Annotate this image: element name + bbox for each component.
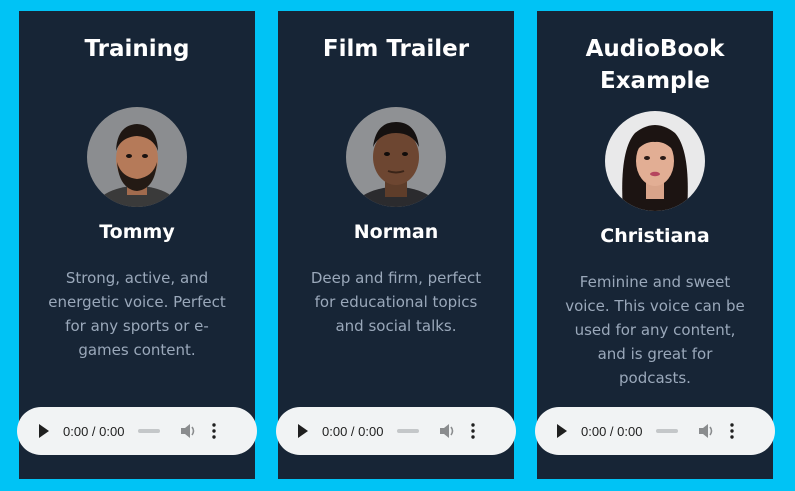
card-title: Film Trailer (322, 36, 470, 62)
more-options-icon[interactable] (730, 423, 735, 439)
voice-name: Christiana (600, 225, 710, 247)
avatar-norman (346, 107, 446, 207)
voice-name: Tommy (99, 221, 175, 243)
time-display: 0:00 / 0:00 (581, 423, 643, 439)
progress-slider[interactable] (138, 429, 161, 433)
voice-description: Feminine and sweet voice. This voice can… (565, 273, 745, 387)
progress-slider[interactable] (397, 429, 420, 433)
more-options-icon[interactable] (471, 423, 476, 439)
avatar-tommy (87, 107, 187, 207)
play-icon[interactable] (39, 424, 49, 438)
voice-description: Deep and firm, perfect for educational t… (310, 269, 482, 335)
card-title: Training (84, 36, 190, 62)
voice-card-training: Training Tommy Strong, active, and energ… (17, 11, 257, 479)
volume-icon[interactable] (180, 423, 198, 439)
volume-icon[interactable] (439, 423, 457, 439)
time-display: 0:00 / 0:00 (63, 423, 125, 439)
voice-card-film-trailer: Film Trailer Norman Deep and firm, perfe… (276, 11, 516, 479)
volume-icon[interactable] (698, 423, 716, 439)
play-icon[interactable] (298, 424, 308, 438)
audio-player[interactable]: 0:00 / 0:00 (276, 407, 516, 455)
card-title: AudioBook Example (585, 36, 725, 94)
time-display: 0:00 / 0:00 (322, 423, 384, 439)
voice-card-audiobook: AudioBook Example Christiana Feminine an… (535, 11, 775, 479)
voice-name: Norman (353, 221, 439, 243)
more-options-icon[interactable] (212, 423, 217, 439)
avatar-christiana-icon (605, 111, 705, 211)
avatar-norman-icon (346, 107, 446, 207)
progress-slider[interactable] (656, 429, 679, 433)
audio-player[interactable]: 0:00 / 0:00 (535, 407, 775, 455)
voice-description: Strong, active, and energetic voice. Per… (48, 269, 226, 359)
avatar-christiana (605, 111, 705, 211)
audio-player[interactable]: 0:00 / 0:00 (17, 407, 257, 455)
avatar-tommy-icon (87, 107, 187, 207)
play-icon[interactable] (557, 424, 567, 438)
